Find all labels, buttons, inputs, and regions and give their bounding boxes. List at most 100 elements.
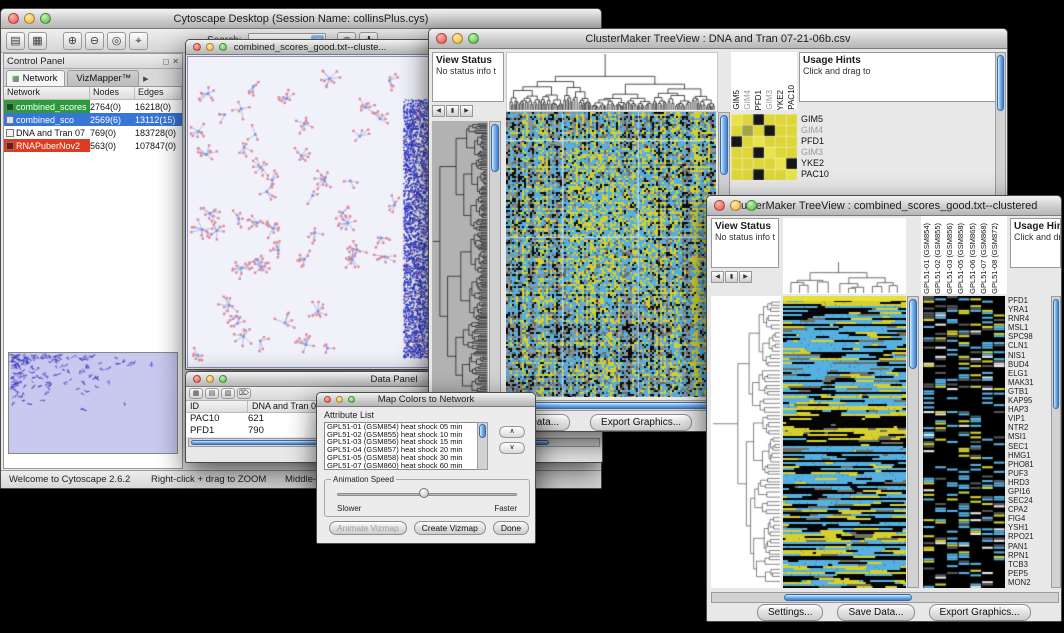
gene-label[interactable]: YSH1 (1008, 523, 1050, 532)
scrollbar-thumb[interactable] (909, 299, 917, 369)
network-table-row[interactable]: DNA and Tran 07 769(0) 183728(0) (4, 126, 182, 139)
dialog-button[interactable]: Create Vizmap (414, 521, 486, 535)
control-panel-tab[interactable]: ▦ Network (6, 70, 65, 86)
treeview-action-button[interactable]: Settings... (757, 604, 823, 621)
gene-label[interactable]: RPO21 (1008, 532, 1050, 541)
gene-label[interactable]: CLN1 (1008, 341, 1050, 350)
network-graph-canvas[interactable] (188, 57, 433, 368)
gene-label[interactable]: YRA1 (1008, 305, 1050, 314)
gene-label[interactable]: ELG1 (1008, 369, 1050, 378)
network-table-header[interactable]: Network (4, 87, 90, 99)
data-table-header[interactable]: ID (186, 401, 248, 412)
gene-label[interactable]: BUD4 (1008, 360, 1050, 369)
scroll-left-icon[interactable]: ◀ (711, 271, 724, 283)
gene-label[interactable]: SPC98 (1008, 332, 1050, 341)
gene-label[interactable]: HRD3 (1008, 478, 1050, 487)
data-panel-tool-icon[interactable]: ▧ (221, 388, 235, 399)
zoom-button[interactable] (746, 200, 757, 211)
gene-label[interactable]: CPA2 (1008, 505, 1050, 514)
network-view-titlebar[interactable]: combined_scores_good.txt--cluste... (186, 40, 434, 55)
scrollbar-thumb[interactable] (784, 594, 912, 601)
tv1-zoom-matrix[interactable] (731, 114, 797, 180)
scroll-knob-icon[interactable]: ▮ (725, 271, 738, 283)
scroll-knob-icon[interactable]: ▮ (446, 105, 459, 117)
scroll-right-icon[interactable]: ▶ (460, 105, 473, 117)
gene-label[interactable]: PFD1 (801, 136, 861, 147)
data-panel-tool-icon[interactable]: ⌦ (237, 388, 251, 399)
gene-label[interactable]: HMG1 (1008, 451, 1050, 460)
gene-label[interactable]: RPN1 (1008, 551, 1050, 560)
gene-label[interactable]: PHO81 (1008, 460, 1050, 469)
attribute-list-item[interactable]: GPL51-07 (GSM860) heat shock 60 min (327, 462, 487, 470)
tv2-zoom-heatmap[interactable] (923, 296, 1005, 588)
zoom-button[interactable] (348, 396, 355, 403)
gene-label[interactable]: PUF3 (1008, 469, 1050, 478)
gene-label[interactable]: PAN1 (1008, 542, 1050, 551)
gene-label[interactable]: TCB3 (1008, 560, 1050, 569)
toolbar-icon-button[interactable]: ▦ (28, 32, 47, 50)
zoom-button[interactable] (219, 43, 227, 51)
tv2-right-vscrollbar[interactable] (1051, 296, 1061, 588)
data-panel-tool-icon[interactable]: ▤ (205, 388, 219, 399)
gene-label[interactable]: MAK31 (1008, 378, 1050, 387)
gene-label[interactable]: GPI16 (1008, 487, 1050, 496)
minimize-button[interactable] (24, 13, 35, 24)
minimize-button[interactable] (452, 33, 463, 44)
gene-label[interactable]: GIM3 (801, 147, 861, 158)
gene-label[interactable]: YKE2 (801, 158, 861, 169)
zoom-tool-button[interactable]: ⌖ (129, 32, 148, 50)
close-button[interactable] (324, 396, 331, 403)
zoom-tool-button[interactable]: ◎ (107, 32, 126, 50)
close-button[interactable] (714, 200, 725, 211)
dialog-button[interactable]: Done (493, 521, 529, 535)
close-panel-icon[interactable]: ✕ (172, 57, 179, 66)
gene-label[interactable]: NTR2 (1008, 423, 1050, 432)
close-button[interactable] (436, 33, 447, 44)
close-button[interactable] (193, 43, 201, 51)
dialog-titlebar[interactable]: Map Colors to Network (317, 393, 535, 407)
close-button[interactable] (8, 13, 19, 24)
close-button[interactable] (193, 375, 201, 383)
scrollbar-thumb[interactable] (720, 115, 728, 175)
data-panel-tool-icon[interactable]: ▦ (189, 388, 203, 399)
treeview-action-button[interactable]: Save Data... (837, 604, 914, 621)
tv1-heatmap[interactable] (506, 112, 716, 397)
treeview-action-button[interactable]: Export Graphics... (590, 414, 692, 431)
minimize-button[interactable] (206, 375, 214, 383)
treeview1-titlebar[interactable]: ClusterMaker TreeView : DNA and Tran 07-… (429, 29, 1007, 49)
scroll-right-icon[interactable]: ▶ (739, 271, 752, 283)
zoom-button[interactable] (40, 13, 51, 24)
dialog-button[interactable]: Animate Vizmap (329, 521, 407, 535)
overview-canvas[interactable] (9, 353, 177, 453)
scrollbar-thumb[interactable] (997, 55, 1004, 111)
minimize-button[interactable] (206, 43, 214, 51)
treeview2-titlebar[interactable]: ClusterMaker TreeView : combined_scores_… (707, 196, 1061, 216)
gene-label[interactable]: GTB1 (1008, 387, 1050, 396)
move-up-button[interactable]: ∧ (499, 426, 525, 438)
scroll-left-icon[interactable]: ◀ (432, 105, 445, 117)
float-panel-icon[interactable]: ◻ (163, 57, 170, 66)
gene-label[interactable]: HAP3 (1008, 405, 1050, 414)
gene-label[interactable]: PEP5 (1008, 569, 1050, 578)
control-panel-tab[interactable]: VizMapper™ (67, 70, 139, 86)
toolbar-icon-button[interactable]: ▤ (6, 32, 25, 50)
gene-label[interactable]: GIM4 (801, 125, 861, 136)
slider-thumb[interactable] (419, 488, 429, 498)
network-table-row[interactable]: RNAPuberNov2 563(0) 107847(0) (4, 139, 182, 152)
gene-label[interactable]: FIG4 (1008, 514, 1050, 523)
scrollbar-thumb[interactable] (491, 124, 499, 172)
gene-label[interactable]: MON2 (1008, 578, 1050, 587)
tv1-rowtree-vscrollbar[interactable] (489, 121, 501, 397)
gene-label[interactable]: SEC1 (1008, 442, 1050, 451)
zoom-button[interactable] (468, 33, 479, 44)
treeview-action-button[interactable]: Export Graphics... (929, 604, 1031, 621)
network-table-header[interactable]: Nodes (90, 87, 135, 99)
main-titlebar[interactable]: Cytoscape Desktop (Session Name: collins… (1, 9, 601, 29)
minimize-button[interactable] (730, 200, 741, 211)
gene-label[interactable]: VIP1 (1008, 414, 1050, 423)
gene-label[interactable]: MSL1 (1008, 323, 1050, 332)
move-down-button[interactable]: ∨ (499, 442, 525, 454)
gene-label[interactable]: MSI1 (1008, 432, 1050, 441)
gene-label[interactable]: RNR4 (1008, 314, 1050, 323)
gene-label[interactable]: KAP95 (1008, 396, 1050, 405)
